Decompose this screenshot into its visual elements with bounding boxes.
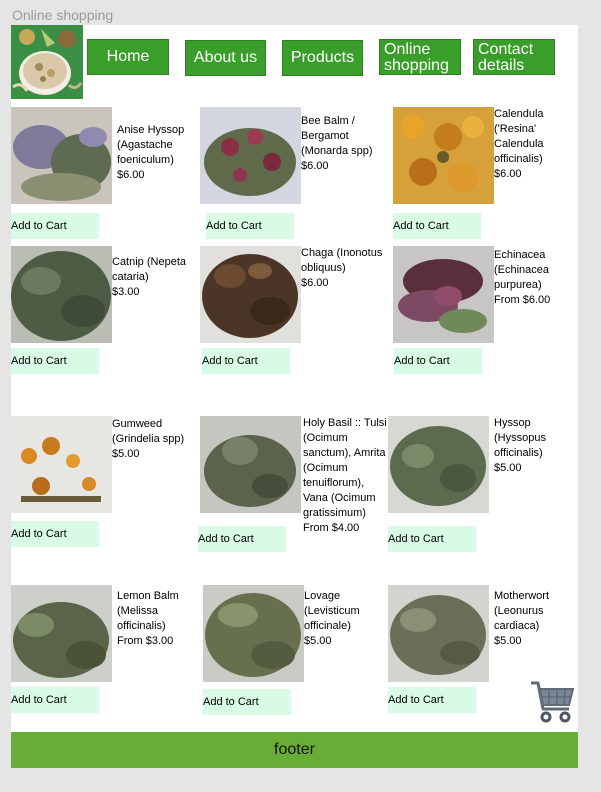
add-to-cart-button[interactable]: Add to Cart: [202, 348, 290, 374]
product-name: Echinacea (Echinacea purpurea): [494, 249, 550, 291]
page-title: Online shopping: [12, 7, 114, 23]
product-name: Anise Hyssop (Agastache foeniculum): [117, 124, 185, 166]
add-to-cart-button[interactable]: Add to Cart: [203, 689, 291, 715]
product-price: $5.00: [494, 462, 522, 474]
nav-online-shopping[interactable]: Online shopping: [379, 39, 461, 75]
product-name: Motherwort (Leonurus cardiaca): [494, 590, 550, 632]
product-description: Lemon Balm (Melissa officinalis) From $3…: [117, 589, 192, 649]
product-image-echinacea[interactable]: [393, 246, 494, 343]
product-description: Anise Hyssop (Agastache foeniculum) $6.0…: [117, 123, 189, 183]
product-description: Catnip (Nepeta cataria) $3.00: [112, 255, 192, 300]
add-to-cart-button[interactable]: Add to Cart: [11, 348, 99, 374]
product-name: Catnip (Nepeta cataria): [112, 256, 186, 283]
product-image-hyssop[interactable]: [388, 416, 489, 513]
nav-products[interactable]: Products: [282, 40, 363, 76]
product-image-holy-basil[interactable]: [200, 416, 301, 513]
add-to-cart-button[interactable]: Add to Cart: [11, 521, 99, 547]
product-description: Gumweed (Grindelia spp) $5.00: [112, 417, 192, 462]
product-description: Echinacea (Echinacea purpurea) From $6.0…: [494, 248, 572, 308]
add-to-cart-button[interactable]: Add to Cart: [11, 687, 99, 713]
product-image-bee-balm[interactable]: [200, 107, 301, 204]
product-description: Chaga (Inonotus obliquus) $6.00: [301, 246, 387, 291]
add-to-cart-button[interactable]: Add to Cart: [198, 526, 286, 552]
nav-contact-details[interactable]: Contact details: [473, 39, 555, 75]
product-price: From $6.00: [494, 294, 551, 306]
product-price: $5.00: [112, 448, 140, 460]
product-image-calendula[interactable]: [393, 107, 494, 204]
product-name: Holy Basil :: Tulsi (Ocimum sanctum), Am…: [303, 417, 387, 519]
product-price: $5.00: [494, 635, 522, 647]
product-description: Hyssop (Hyssopus officinalis) $5.00: [494, 416, 572, 476]
footer-text: footer: [274, 741, 315, 758]
product-image-motherwort[interactable]: [388, 585, 489, 682]
add-to-cart-button[interactable]: Add to Cart: [206, 213, 294, 239]
nav-home[interactable]: Home: [87, 39, 169, 75]
product-name: Lovage (Levisticum officinale): [304, 590, 360, 632]
product-image-chaga[interactable]: [200, 246, 301, 343]
product-image-lovage[interactable]: [203, 585, 304, 682]
add-to-cart-button[interactable]: Add to Cart: [393, 213, 481, 239]
product-image-lemon-balm[interactable]: [11, 585, 112, 682]
product-price: $3.00: [112, 286, 140, 298]
product-price: $6.00: [494, 168, 522, 180]
product-image-catnip[interactable]: [11, 246, 112, 343]
product-description: Lovage (Levisticum officinale) $5.00: [304, 589, 394, 649]
product-name: Lemon Balm (Melissa officinalis): [117, 590, 179, 632]
herbs-logo[interactable]: [11, 25, 83, 99]
add-to-cart-button[interactable]: Add to Cart: [11, 213, 99, 239]
product-name: Hyssop (Hyssopus officinalis): [494, 417, 546, 459]
page-frame: Home About us Products Online shopping C…: [11, 25, 578, 768]
nav-about-us[interactable]: About us: [185, 40, 266, 76]
product-name: Calendula ('Resina' Calendula officinali…: [494, 108, 544, 165]
product-description: Holy Basil :: Tulsi (Ocimum sanctum), Am…: [303, 416, 391, 536]
product-price: From $3.00: [117, 635, 174, 647]
product-name: Gumweed (Grindelia spp): [112, 418, 185, 445]
product-price: From $4.00: [303, 522, 360, 534]
footer: footer: [11, 732, 578, 768]
product-description: Motherwort (Leonurus cardiaca) $5.00: [494, 589, 574, 649]
product-name: Chaga (Inonotus obliquus): [301, 247, 383, 274]
add-to-cart-button[interactable]: Add to Cart: [394, 348, 482, 374]
product-price: $6.00: [301, 277, 329, 289]
product-image-gumweed[interactable]: [11, 416, 112, 513]
add-to-cart-button[interactable]: Add to Cart: [388, 687, 476, 713]
product-image-anise-hyssop[interactable]: [11, 107, 112, 204]
add-to-cart-button[interactable]: Add to Cart: [388, 526, 476, 552]
product-price: $5.00: [304, 635, 332, 647]
shopping-cart-icon[interactable]: [529, 679, 575, 725]
product-price: $6.00: [301, 160, 329, 172]
product-price: $6.00: [117, 169, 145, 181]
product-name: Bee Balm / Bergamot (Monarda spp): [301, 115, 373, 157]
product-description: Bee Balm / Bergamot (Monarda spp) $6.00: [301, 114, 381, 174]
product-description: Calendula ('Resina' Calendula officinali…: [494, 107, 572, 182]
